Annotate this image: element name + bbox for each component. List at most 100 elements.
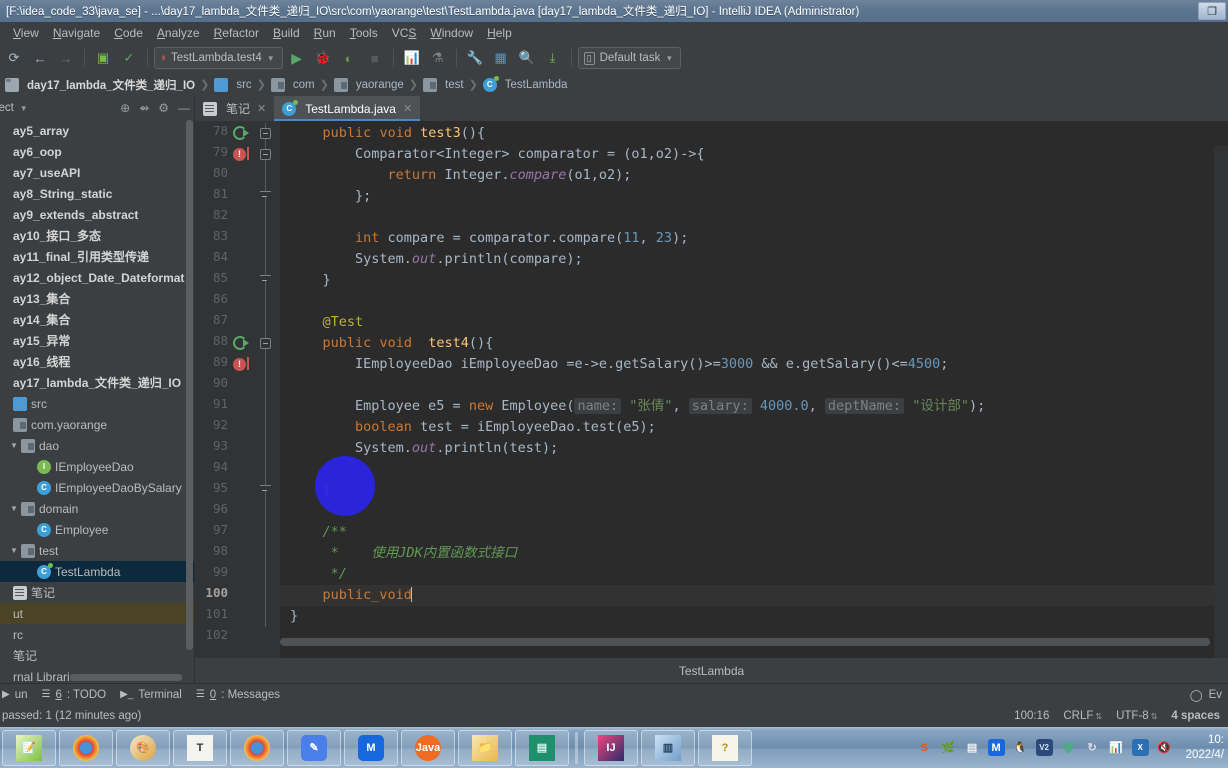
run-test-gutter-icon-78[interactable] bbox=[233, 126, 249, 140]
fold-toggle-79[interactable] bbox=[260, 149, 271, 160]
project-tree[interactable]: ay5_array ay6_oop ay7_useAPI ay8_String_sta… bbox=[0, 120, 194, 683]
tree-item-iemployeedao[interactable]: I IEmployeeDao bbox=[0, 456, 194, 477]
tree-item-笔记[interactable]: 笔记 bbox=[0, 582, 194, 603]
tree-item-ay14_集合[interactable]: ay14_集合 bbox=[0, 309, 194, 330]
breadcrumb-item-src[interactable]: src bbox=[211, 77, 254, 92]
restore-window-button[interactable]: ❐ bbox=[1198, 2, 1226, 20]
tray-shield-icon[interactable]: 🛡 bbox=[1060, 739, 1077, 756]
code-line-89[interactable]: IEmployeeDao iEmployeeDao =e->e.getSalar… bbox=[290, 354, 948, 375]
editor-tab--[interactable]: 笔记 ✕ bbox=[195, 96, 274, 121]
tree-item-employee[interactable]: C Employee bbox=[0, 519, 194, 540]
tray-v2-icon[interactable]: V2 bbox=[1035, 739, 1053, 756]
search-icon[interactable]: 🔍 bbox=[515, 46, 539, 70]
run-configuration-selector[interactable]: ◑ TestLambda.test4 ▼ bbox=[154, 47, 283, 69]
menu-item-refactor[interactable]: Refactor bbox=[207, 24, 266, 42]
tree-item-笔记[interactable]: 笔记 bbox=[0, 645, 194, 666]
project-view-chevron-icon[interactable]: ▼ bbox=[20, 104, 28, 113]
taskbar-intellij-icon[interactable]: IJ bbox=[584, 729, 638, 766]
tree-item-ay15_异常[interactable]: ay15_异常 bbox=[0, 330, 194, 351]
code-line-81[interactable]: }; bbox=[290, 186, 371, 207]
stop-icon[interactable]: ■ bbox=[363, 46, 387, 70]
back-arrow-icon[interactable]: ← bbox=[28, 46, 52, 70]
taskbar-java-icon[interactable]: Java bbox=[401, 729, 455, 766]
menu-item-window[interactable]: Window bbox=[423, 24, 480, 42]
menu-item-code[interactable]: Code bbox=[107, 24, 150, 42]
indent-label[interactable]: 4 spaces bbox=[1171, 710, 1220, 722]
tree-item-ay13_集合[interactable]: ay13_集合 bbox=[0, 288, 194, 309]
breadcrumb-item-yaorange[interactable]: yaorange bbox=[331, 77, 407, 92]
tree-item-ay12_object_date_dateformat[interactable]: ay12_object_Date_Dateformat bbox=[0, 267, 194, 288]
project-hscroll-thumb[interactable] bbox=[70, 674, 182, 681]
forward-arrow-icon[interactable]: → bbox=[54, 46, 78, 70]
editor-code-text[interactable]: public void test3(){ Comparator<Integer>… bbox=[280, 121, 1228, 658]
run-icon[interactable]: ▶ bbox=[285, 46, 309, 70]
tree-item-ut[interactable]: ut bbox=[0, 603, 194, 624]
tree-item-ay10_接口_多态[interactable]: ay10_接口_多态 bbox=[0, 225, 194, 246]
taskbar-navicat-icon[interactable]: ▤ bbox=[515, 729, 569, 766]
code-line-78[interactable]: public void test3(){ bbox=[290, 123, 486, 144]
fold-toggle-88[interactable] bbox=[260, 338, 271, 349]
menu-item-vcs[interactable]: VCS bbox=[385, 24, 424, 42]
taskbar-xmind-icon[interactable]: M bbox=[344, 729, 398, 766]
fold-toggle-81[interactable] bbox=[260, 191, 271, 197]
editor-horizontal-scrollbar[interactable] bbox=[280, 638, 1210, 646]
menu-item-navigate[interactable]: Navigate bbox=[46, 24, 107, 42]
code-line-80[interactable]: return Integer.compare(o1,o2); bbox=[290, 165, 632, 186]
error-gutter-icon-79[interactable]: ! bbox=[233, 147, 249, 161]
target-icon[interactable]: ⊕ bbox=[120, 101, 130, 115]
code-line-93[interactable]: System.out.println(test); bbox=[290, 438, 558, 459]
encoding-label[interactable]: UTF-8 ⇅ bbox=[1116, 710, 1157, 722]
taskbar-onenote-icon[interactable]: ✎ bbox=[287, 729, 341, 766]
code-editor[interactable]: 78 79 80 81 82 83 84 85 86 87 88 89 90 91 92 93 94 95 96 97… bbox=[195, 121, 1228, 658]
menu-item-analyze[interactable]: Analyze bbox=[150, 24, 207, 42]
tool-window--todo[interactable]: ☰ 6: TODO bbox=[42, 689, 107, 701]
fold-toggle-85[interactable] bbox=[260, 275, 271, 281]
debug-icon[interactable]: 🐞 bbox=[311, 46, 335, 70]
tool-window--messages[interactable]: ☰ 0: Messages bbox=[196, 689, 280, 701]
event-log-button[interactable]: ◯ Ev bbox=[1190, 688, 1222, 702]
sync-icon[interactable]: ⟳ bbox=[2, 46, 26, 70]
tree-item-ay11_final_引用类型传递[interactable]: ay11_final_引用类型传递 bbox=[0, 246, 194, 267]
tree-item-dao[interactable]: ▼ dao bbox=[0, 435, 194, 456]
project-horizontal-scrollbar[interactable] bbox=[0, 674, 186, 681]
tray-excel-icon[interactable]: X bbox=[1131, 739, 1149, 756]
tree-expand-arrow[interactable]: ▼ bbox=[10, 441, 21, 450]
fold-toggle-78[interactable] bbox=[260, 128, 271, 139]
breadcrumb-item-TestLambda[interactable]: C TestLambda bbox=[480, 75, 571, 92]
error-gutter-icon-89[interactable]: ! bbox=[233, 357, 249, 371]
tree-expand-arrow[interactable]: ▼ bbox=[10, 546, 21, 555]
taskbar-paint-icon[interactable]: 🎨 bbox=[116, 729, 170, 766]
gear-icon[interactable]: ⚙ bbox=[158, 101, 169, 115]
project-panel-title[interactable]: Project bbox=[0, 102, 14, 114]
project-vscroll-thumb[interactable] bbox=[186, 120, 193, 650]
taskbar-explorer-icon[interactable]: 📁 bbox=[458, 729, 512, 766]
run-test-gutter-icon-88[interactable] bbox=[233, 336, 249, 350]
task-selector[interactable]: ▯ Default task ▼ bbox=[577, 47, 682, 69]
editor-hscroll-thumb[interactable] bbox=[280, 638, 1210, 646]
code-line-99[interactable]: */ bbox=[290, 564, 347, 585]
taskbar-remote-desktop-icon[interactable]: ▥ bbox=[641, 729, 695, 766]
editor-bottom-tab[interactable]: TestLambda bbox=[195, 658, 1228, 683]
settings-wrench-icon[interactable]: 🔧 bbox=[463, 46, 487, 70]
tree-item-ay17_lambda_文件类_递归_io[interactable]: ay17_lambda_文件类_递归_IO bbox=[0, 372, 194, 393]
tray-sogou-icon[interactable]: S bbox=[916, 739, 933, 756]
project-structure-icon[interactable]: ▦ bbox=[489, 46, 513, 70]
update-project-icon[interactable]: ⤓ bbox=[541, 46, 565, 70]
run-coverage-icon[interactable]: ◐ bbox=[337, 46, 361, 70]
tree-item-ay16_线程[interactable]: ay16_线程 bbox=[0, 351, 194, 372]
tree-expand-arrow[interactable]: ▼ bbox=[10, 504, 21, 513]
caret-position-label[interactable]: 100:16 bbox=[1014, 710, 1049, 722]
code-line-91[interactable]: Employee e5 = new Employee(name: "张倩", s… bbox=[290, 396, 985, 417]
tree-item-ay5_array[interactable]: ay5_array bbox=[0, 120, 194, 141]
collapse-all-icon[interactable]: ⇴ bbox=[139, 101, 149, 115]
tray-penguin-icon[interactable]: 🐧 bbox=[1012, 739, 1029, 756]
menu-item-help[interactable]: Help bbox=[480, 24, 519, 42]
tray-volume-mute-icon[interactable]: 🔇 bbox=[1156, 739, 1173, 756]
code-line-87[interactable]: @Test bbox=[290, 312, 364, 333]
menu-item-run[interactable]: Run bbox=[307, 24, 343, 42]
tree-item-ay6_oop[interactable]: ay6_oop bbox=[0, 141, 194, 162]
tray-film-icon[interactable]: ▤ bbox=[964, 739, 981, 756]
tree-item-com-yaorange[interactable]: com.yaorange bbox=[0, 414, 194, 435]
tray-xmind-tray-icon[interactable]: M bbox=[987, 739, 1005, 756]
editor-marker-column[interactable] bbox=[1214, 146, 1228, 658]
